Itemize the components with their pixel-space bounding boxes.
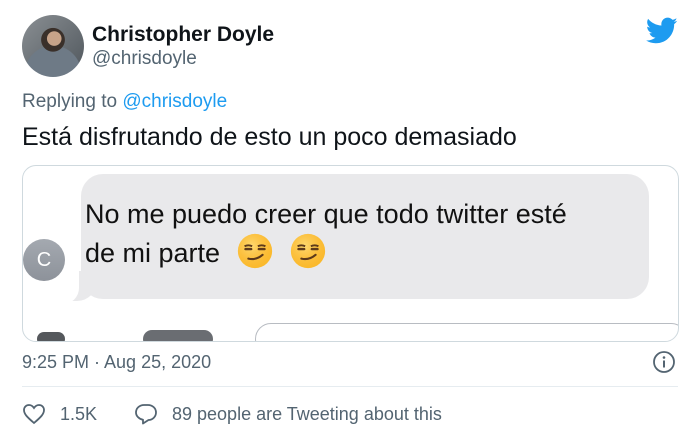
contact-avatar: C <box>23 239 65 281</box>
replying-handle-link[interactable]: @chrisdoyle <box>122 91 227 112</box>
tweet-media-screenshot[interactable]: No me puedo creer que todo twitter esté … <box>22 165 679 342</box>
message-text: No me puedo creer que todo twitter esté … <box>85 196 645 271</box>
author-name[interactable]: Christopher Doyle <box>92 23 274 47</box>
smirking-face-icon <box>291 233 326 269</box>
message-line-2-text: de mi parte <box>85 238 221 268</box>
partial-element <box>143 330 213 341</box>
message-line-2: de mi parte <box>85 232 645 271</box>
like-count: 1.5K <box>60 403 98 424</box>
like-stat[interactable]: 1.5K <box>22 403 97 425</box>
info-icon[interactable] <box>652 350 676 374</box>
replying-prefix: Replying to <box>22 91 123 112</box>
message-line-1: No me puedo creer que todo twitter esté <box>85 199 567 229</box>
tweet-text: Está disfrutando de esto un poco demasia… <box>22 123 517 151</box>
reply-text: 89 people are Tweeting about this <box>172 403 442 424</box>
heart-icon[interactable] <box>22 403 46 425</box>
reply-stat[interactable]: 89 people are Tweeting about this <box>134 403 442 425</box>
twitter-bird-icon[interactable] <box>646 17 678 45</box>
author-handle[interactable]: @chrisdoyle <box>92 48 197 70</box>
tweet-card: Christopher Doyle @chrisdoyle Replying t… <box>0 0 700 443</box>
divider <box>22 386 678 387</box>
message-input-outline <box>255 323 678 341</box>
replying-to: Replying to @chrisdoyle <box>22 91 227 113</box>
partial-element <box>37 332 65 341</box>
author-avatar[interactable] <box>22 15 84 77</box>
speech-bubble-icon[interactable] <box>134 403 158 425</box>
tweet-timestamp[interactable]: 9:25 PM · Aug 25, 2020 <box>22 352 211 373</box>
smirking-face-icon <box>237 233 272 269</box>
